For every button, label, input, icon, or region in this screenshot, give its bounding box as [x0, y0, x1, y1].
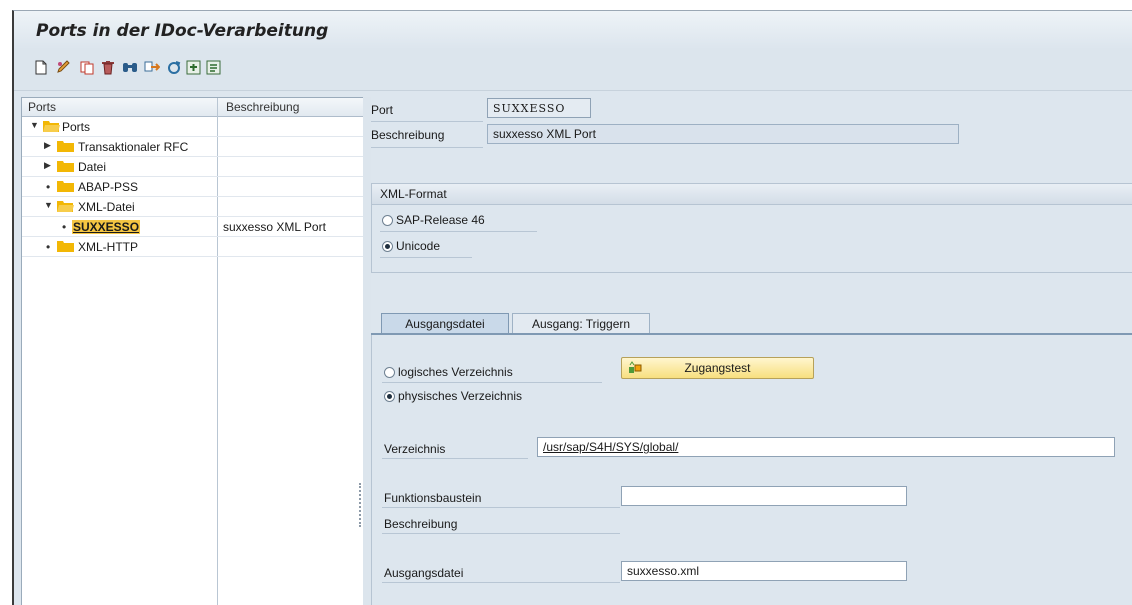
- label-underline: [382, 582, 620, 583]
- label-underline: [371, 121, 483, 122]
- access-test-label: Zugangstest: [684, 361, 751, 375]
- collapsed-arrow-icon[interactable]: ▶: [44, 140, 51, 151]
- collapsed-arrow-icon[interactable]: ▶: [44, 160, 51, 171]
- splitter-grip[interactable]: [359, 483, 363, 527]
- tree-column-ports[interactable]: Ports: [28, 100, 56, 114]
- tree-column-description[interactable]: Beschreibung: [226, 100, 299, 114]
- xml-format-title: XML-Format: [372, 184, 1132, 205]
- port-label: Port: [371, 103, 394, 117]
- tree-node-xml-datei[interactable]: ▼ XML-Datei: [22, 197, 364, 217]
- expanded-arrow-icon[interactable]: ▼: [30, 120, 39, 130]
- tree-node-description: suxxesso XML Port: [223, 220, 326, 234]
- tree-node-xml-http[interactable]: • XML-HTTP: [22, 237, 364, 257]
- port-detail-area: Port SUXXESSO Beschreibung suxxesso XML …: [371, 97, 1132, 605]
- tree-node-label: ABAP-PSS: [78, 180, 139, 194]
- logical-directory-radio[interactable]: [384, 367, 395, 378]
- access-test-icon: [629, 361, 642, 373]
- new-document-icon[interactable]: [34, 60, 48, 75]
- tree-node-label: Transaktionaler RFC: [78, 140, 189, 154]
- access-test-button[interactable]: Zugangstest: [621, 357, 814, 379]
- tab-ausgangsdatei[interactable]: Ausgangsdatei: [381, 313, 509, 334]
- tree-node-datei[interactable]: ▶ Datei: [22, 157, 364, 177]
- application-toolbar: [14, 48, 1132, 91]
- delete-icon[interactable]: [100, 60, 116, 75]
- expanded-arrow-icon[interactable]: ▼: [44, 200, 53, 210]
- tree-header: Ports Beschreibung: [22, 98, 364, 117]
- label-underline: [382, 533, 620, 534]
- label-underline: [382, 507, 620, 508]
- unicode-radio[interactable]: [382, 241, 393, 252]
- open-folder-icon: [57, 201, 74, 212]
- output-file-field[interactable]: suxxesso.xml: [621, 561, 907, 581]
- description-label: Beschreibung: [371, 128, 445, 142]
- label-underline: [382, 382, 602, 383]
- physical-directory-radio[interactable]: [384, 391, 395, 402]
- find-icon[interactable]: [122, 60, 138, 75]
- label-underline: [380, 231, 537, 232]
- sap-release-radio[interactable]: [382, 215, 393, 226]
- tab-ausgang-triggern[interactable]: Ausgang: Triggern: [512, 313, 650, 334]
- folder-icon: [57, 161, 74, 172]
- port-field[interactable]: SUXXESSO: [487, 98, 591, 118]
- open-folder-icon: [43, 121, 60, 132]
- folder-icon: [57, 141, 74, 152]
- window-title: Ports in der IDoc-Verarbeitung: [36, 21, 329, 41]
- leaf-bullet-icon: •: [62, 220, 67, 234]
- tree-node-transaktionaler-rfc[interactable]: ▶ Transaktionaler RFC: [22, 137, 364, 157]
- edit-icon[interactable]: [56, 60, 72, 75]
- leaf-bullet-icon: •: [46, 180, 51, 194]
- tree-node-label: Ports: [62, 120, 91, 134]
- copy-icon[interactable]: [80, 60, 94, 75]
- directory-field[interactable]: /usr/sap/S4H/SYS/global/: [537, 437, 1115, 457]
- directory-label: Verzeichnis: [384, 442, 446, 456]
- title-bar: Ports in der IDoc-Verarbeitung: [14, 11, 1132, 47]
- collapse-icon[interactable]: [206, 60, 221, 75]
- physical-directory-label[interactable]: physisches Verzeichnis: [398, 389, 522, 403]
- function-module-field[interactable]: [621, 486, 907, 506]
- folder-icon: [57, 181, 74, 192]
- sap-release-label[interactable]: SAP-Release 46: [396, 213, 485, 227]
- function-module-label: Funktionsbaustein: [384, 491, 482, 505]
- label-underline: [371, 147, 483, 148]
- selected-port-label[interactable]: SUXXESSO: [72, 220, 141, 234]
- logical-directory-label[interactable]: logisches Verzeichnis: [398, 365, 513, 379]
- export-icon[interactable]: [144, 60, 160, 75]
- tree-node-label: XML-HTTP: [78, 240, 138, 254]
- function-description-label: Beschreibung: [384, 517, 458, 531]
- label-underline: [382, 458, 528, 459]
- leaf-bullet-icon: •: [46, 240, 51, 254]
- expand-icon[interactable]: [186, 60, 201, 75]
- tree-node-abap-pss[interactable]: • ABAP-PSS: [22, 177, 364, 197]
- sap-window: Ports in der IDoc-Verarbeitung Ports Bes…: [12, 10, 1132, 605]
- ausgangsdatei-panel: logisches Verzeichnis physisches Verzeic…: [371, 335, 1132, 605]
- tree-node-suxxesso[interactable]: • SUXXESSO suxxesso XML Port: [22, 217, 364, 237]
- refresh-icon[interactable]: [166, 60, 182, 75]
- tree-node-ports[interactable]: ▼ Ports: [22, 117, 364, 137]
- xml-format-group: XML-Format SAP-Release 46 Unicode: [371, 183, 1132, 273]
- pane-splitter[interactable]: [363, 97, 371, 605]
- folder-icon: [57, 241, 74, 252]
- port-tree-panel: Ports Beschreibung ▼ Ports ▶ Transaktion…: [21, 97, 365, 605]
- unicode-label[interactable]: Unicode: [396, 239, 440, 253]
- label-underline: [380, 257, 472, 258]
- tree-node-label: Datei: [78, 160, 107, 174]
- description-field[interactable]: suxxesso XML Port: [487, 124, 959, 144]
- tree-node-label: XML-Datei: [78, 200, 135, 214]
- output-file-label: Ausgangsdatei: [384, 566, 464, 580]
